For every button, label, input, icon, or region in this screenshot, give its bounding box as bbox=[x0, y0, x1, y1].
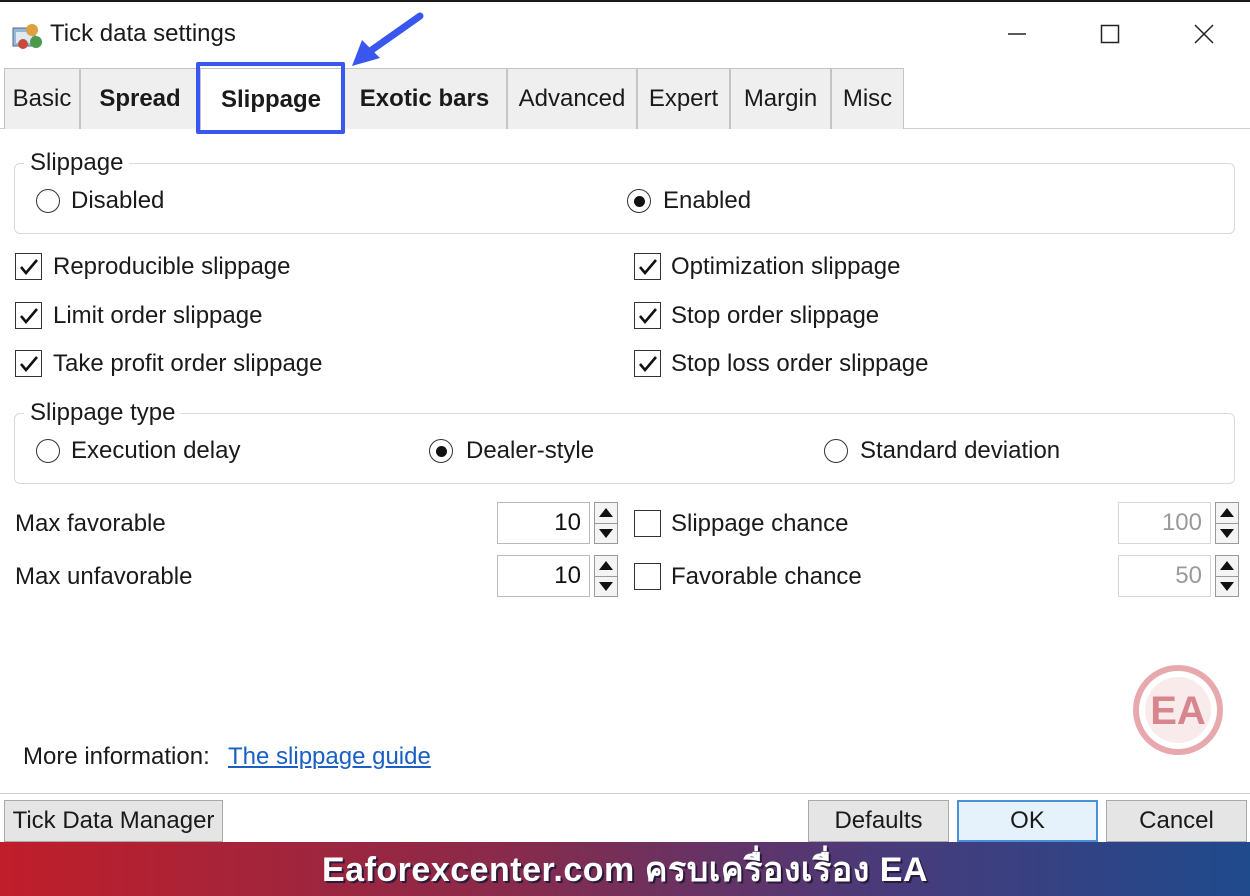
radio-enabled-label: Enabled bbox=[663, 187, 752, 214]
checkbox-stop-loss-order-slippage-label: Stop loss order slippage bbox=[671, 350, 929, 377]
favorable-chance-spinner[interactable] bbox=[1215, 555, 1239, 597]
ea-logo-text: EA bbox=[1150, 689, 1206, 733]
max-favorable-spinner[interactable] bbox=[594, 502, 618, 544]
dialog-window: Tick data settings Basic Spread Slippage… bbox=[0, 0, 1250, 842]
spin-down-icon[interactable] bbox=[1215, 575, 1239, 597]
radio-dealer-style-label: Dealer-style bbox=[466, 437, 595, 464]
checkbox-take-profit-order-slippage-label: Take profit order slippage bbox=[53, 350, 323, 377]
checkbox-reproducible-slippage-label: Reproducible slippage bbox=[53, 253, 291, 280]
tab-expert[interactable]: Expert bbox=[637, 68, 730, 129]
radio-standard-deviation-label: Standard deviation bbox=[860, 437, 1061, 464]
checkbox-stop-order-slippage-label: Stop order slippage bbox=[671, 302, 880, 329]
checkbox-favorable-chance-label: Favorable chance bbox=[671, 563, 862, 590]
checkmark-icon bbox=[19, 307, 38, 324]
max-favorable-input[interactable]: 10 bbox=[497, 502, 590, 544]
radio-dealer-style[interactable] bbox=[429, 439, 453, 463]
radio-enabled[interactable] bbox=[627, 189, 651, 213]
checkbox-favorable-chance[interactable] bbox=[634, 563, 661, 590]
window-title: Tick data settings bbox=[50, 20, 236, 47]
max-unfavorable-input[interactable]: 10 bbox=[497, 555, 590, 597]
promo-banner-text: Eaforexcenter.com ครบเครื่องเรื่อง EA bbox=[321, 851, 929, 889]
tick-data-manager-button[interactable]: Tick Data Manager bbox=[4, 800, 223, 842]
checkmark-icon bbox=[638, 307, 657, 324]
arrow-annotation-icon bbox=[352, 12, 424, 66]
checkbox-slippage-chance[interactable] bbox=[634, 510, 661, 537]
spin-down-icon[interactable] bbox=[594, 522, 618, 544]
tab-spread[interactable]: Spread bbox=[80, 68, 200, 129]
minimize-button[interactable] bbox=[994, 16, 1040, 52]
spin-up-icon[interactable] bbox=[594, 555, 618, 576]
tab-advanced[interactable]: Advanced bbox=[507, 68, 637, 129]
cancel-button[interactable]: Cancel bbox=[1106, 800, 1247, 842]
footer-divider bbox=[0, 793, 1250, 794]
spin-up-icon[interactable] bbox=[1215, 502, 1239, 523]
slippage-chance-spinner[interactable] bbox=[1215, 502, 1239, 544]
radio-selected-dot bbox=[435, 445, 447, 457]
checkmark-icon bbox=[638, 355, 657, 372]
max-favorable-label: Max favorable bbox=[15, 510, 166, 537]
checkbox-stop-order-slippage[interactable] bbox=[634, 302, 661, 329]
checkmark-icon bbox=[638, 258, 657, 275]
radio-standard-deviation[interactable] bbox=[824, 439, 848, 463]
checkbox-optimization-slippage[interactable] bbox=[634, 253, 661, 280]
ok-button[interactable]: OK bbox=[957, 800, 1098, 842]
checkbox-slippage-chance-label: Slippage chance bbox=[671, 510, 849, 537]
defaults-button[interactable]: Defaults bbox=[808, 800, 949, 842]
slippage-type-legend: Slippage type bbox=[24, 399, 182, 427]
maximize-icon bbox=[1100, 24, 1120, 44]
spin-up-icon[interactable] bbox=[1215, 555, 1239, 576]
slippage-guide-link[interactable]: The slippage guide bbox=[228, 743, 431, 771]
spin-down-icon[interactable] bbox=[594, 575, 618, 597]
slippage-group bbox=[14, 163, 1235, 234]
tab-exotic-bars[interactable]: Exotic bars bbox=[342, 68, 507, 129]
checkmark-icon bbox=[19, 258, 38, 275]
radio-disabled[interactable] bbox=[36, 189, 60, 213]
checkbox-optimization-slippage-label: Optimization slippage bbox=[671, 253, 901, 280]
slippage-chance-input[interactable]: 100 bbox=[1118, 502, 1211, 544]
checkbox-take-profit-order-slippage[interactable] bbox=[15, 350, 42, 377]
checkbox-stop-loss-order-slippage[interactable] bbox=[634, 350, 661, 377]
tab-basic[interactable]: Basic bbox=[4, 68, 80, 129]
radio-selected-dot bbox=[633, 195, 645, 207]
more-information-label: More information: bbox=[23, 743, 210, 770]
slippage-group-legend: Slippage bbox=[24, 149, 130, 177]
checkbox-limit-order-slippage[interactable] bbox=[15, 302, 42, 329]
max-unfavorable-spinner[interactable] bbox=[594, 555, 618, 597]
app-icon bbox=[12, 22, 44, 50]
radio-execution-delay-label: Execution delay bbox=[71, 437, 241, 464]
ea-logo-icon: EA bbox=[1133, 665, 1223, 755]
close-button[interactable] bbox=[1181, 16, 1227, 52]
maximize-button[interactable] bbox=[1087, 16, 1133, 52]
tab-misc[interactable]: Misc bbox=[831, 68, 904, 129]
radio-disabled-label: Disabled bbox=[71, 187, 165, 214]
radio-execution-delay[interactable] bbox=[36, 439, 60, 463]
close-icon bbox=[1194, 24, 1214, 44]
checkmark-icon bbox=[19, 355, 38, 372]
max-unfavorable-label: Max unfavorable bbox=[15, 563, 193, 590]
minimize-icon bbox=[1008, 33, 1026, 35]
spin-up-icon[interactable] bbox=[594, 502, 618, 523]
tab-margin[interactable]: Margin bbox=[730, 68, 831, 129]
promo-banner: Eaforexcenter.com ครบเครื่องเรื่อง EA bbox=[0, 842, 1250, 896]
spin-down-icon[interactable] bbox=[1215, 522, 1239, 544]
tab-highlight-box bbox=[196, 62, 345, 134]
checkbox-reproducible-slippage[interactable] bbox=[15, 253, 42, 280]
favorable-chance-input[interactable]: 50 bbox=[1118, 555, 1211, 597]
checkbox-limit-order-slippage-label: Limit order slippage bbox=[53, 302, 263, 329]
